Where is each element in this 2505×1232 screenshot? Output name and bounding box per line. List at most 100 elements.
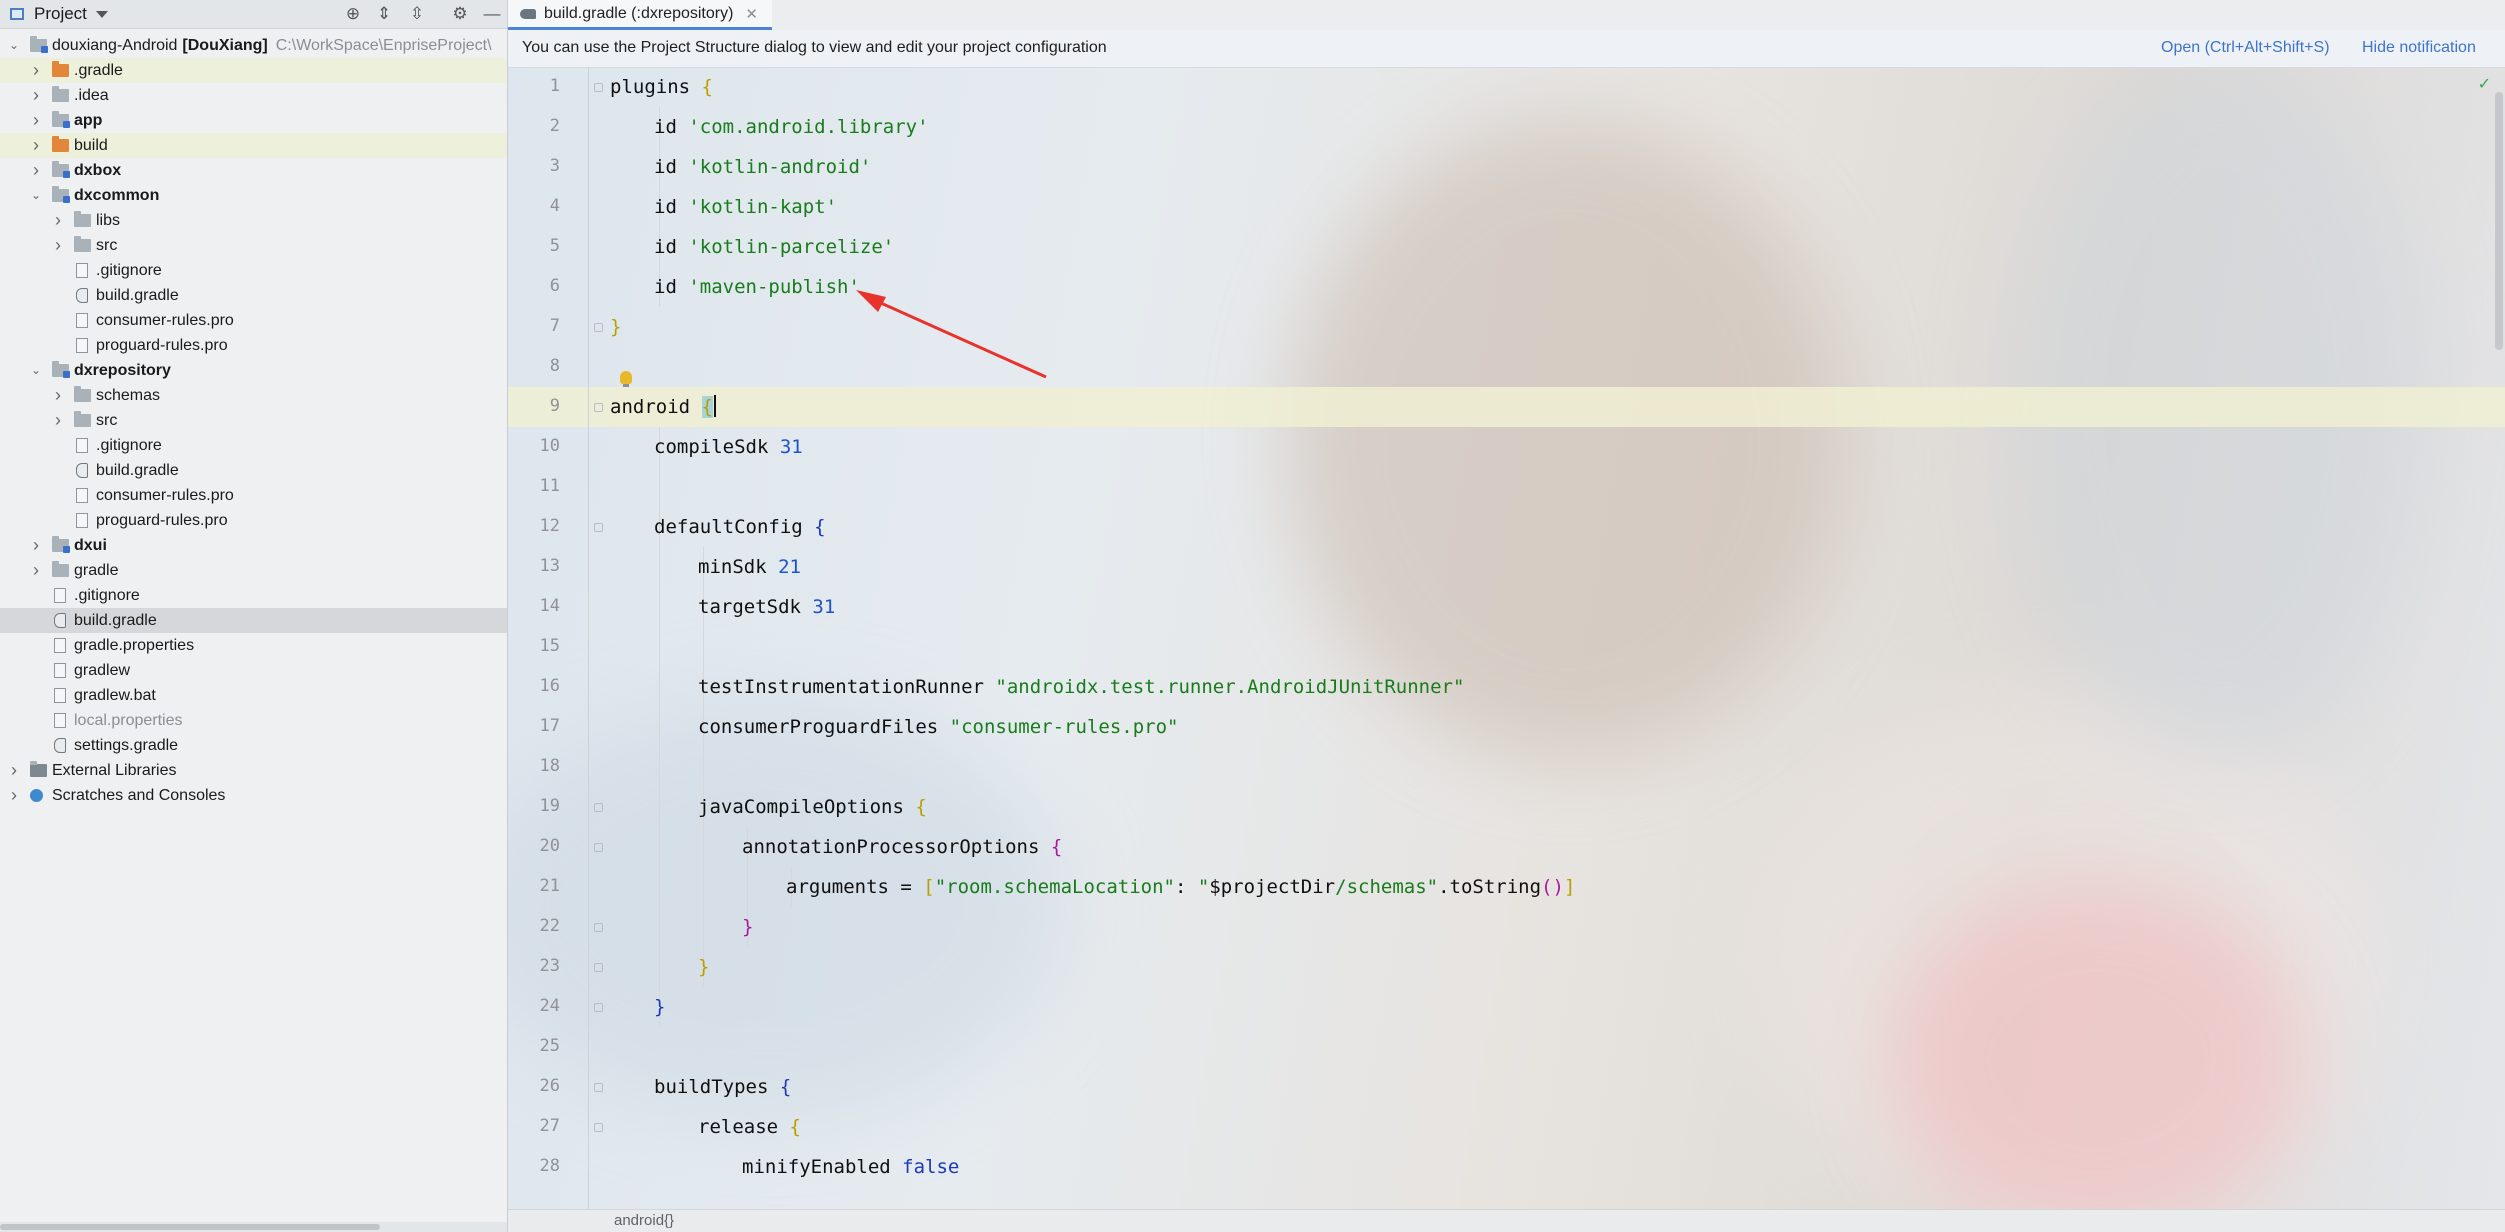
breadcrumb[interactable]: android{}	[614, 1212, 674, 1229]
project-tree: ⌄ douxiang-Android [DouXiang] C:\WorkSpace\…	[0, 33, 507, 808]
tree-item[interactable]: › Scratches and Consoles	[0, 783, 507, 808]
tree-item[interactable]: ⌄ douxiang-Android [DouXiang] C:\WorkSpace\…	[0, 33, 507, 58]
tree-item[interactable]: › External Libraries	[0, 758, 507, 783]
tree-item-text: build.gradle	[96, 462, 179, 479]
tree-item-text: douxiang-Android	[52, 37, 178, 54]
tree-item-label: Scratches and Consoles	[52, 783, 225, 808]
horizontal-scrollbar[interactable]	[0, 1222, 507, 1232]
chevron-right-icon[interactable]: ›	[52, 408, 64, 433]
chevron-down-icon[interactable]	[96, 11, 108, 18]
chevron-right-icon[interactable]: ›	[30, 558, 42, 583]
tree-item[interactable]: › app	[0, 108, 507, 133]
tree-item-text: gradlew.bat	[74, 687, 156, 704]
module-folder-icon	[52, 361, 70, 378]
project-icon	[10, 8, 24, 20]
chevron-down-icon[interactable]: ⌄	[8, 33, 20, 58]
chevron-down-icon[interactable]: ⌄	[30, 183, 42, 208]
tree-item[interactable]: › schemas	[0, 383, 507, 408]
chevron-down-icon[interactable]: ⌄	[30, 358, 42, 383]
tree-item[interactable]: proguard-rules.pro	[0, 333, 507, 358]
tree-item[interactable]: › libs	[0, 208, 507, 233]
tree-item-label: dxrepository	[74, 358, 171, 383]
tree-item[interactable]: local.properties	[0, 708, 507, 733]
module-folder-icon	[52, 536, 70, 553]
scratches-icon	[30, 789, 43, 802]
chevron-right-icon[interactable]: ›	[30, 133, 42, 158]
chevron-right-icon[interactable]: ›	[30, 83, 42, 108]
tree-item[interactable]: ⌄ dxrepository	[0, 358, 507, 383]
tree-item[interactable]: gradle.properties	[0, 633, 507, 658]
tree-item-label: .gitignore	[74, 583, 140, 608]
tree-item-label: src	[96, 233, 117, 258]
tree-item[interactable]: consumer-rules.pro	[0, 483, 507, 508]
tree-item-text: .idea	[74, 87, 109, 104]
chevron-right-icon[interactable]: ›	[30, 533, 42, 558]
tree-item[interactable]: › dxbox	[0, 158, 507, 183]
module-folder-icon	[52, 111, 70, 128]
tree-item[interactable]: gradlew	[0, 658, 507, 683]
chevron-right-icon[interactable]: ›	[52, 208, 64, 233]
annotation-arrow-shaft	[862, 293, 1047, 379]
tree-item[interactable]: build.gradle	[0, 608, 507, 633]
chevron-right-icon[interactable]: ›	[30, 108, 42, 133]
tree-item[interactable]: › gradle	[0, 558, 507, 583]
chevron-right-icon[interactable]: ›	[52, 383, 64, 408]
tree-item-text: proguard-rules.pro	[96, 337, 228, 354]
tree-item[interactable]: › build	[0, 133, 507, 158]
gradle-file-icon	[54, 738, 66, 753]
tree-item-text: .gradle	[74, 62, 123, 79]
chevron-right-icon[interactable]: ›	[8, 758, 20, 783]
module-folder-icon	[30, 36, 48, 53]
module-folder-icon	[52, 186, 70, 203]
tree-item-label: dxcommon	[74, 183, 159, 208]
tree-item[interactable]: › src	[0, 408, 507, 433]
editor-area: build.gradle (:dxrepository) ✕ You can u…	[508, 0, 2505, 1232]
tree-item[interactable]: gradlew.bat	[0, 683, 507, 708]
tree-item[interactable]: .gitignore	[0, 583, 507, 608]
tree-item[interactable]: ⌄ dxcommon	[0, 183, 507, 208]
tree-item[interactable]: › .idea	[0, 83, 507, 108]
tree-item-text: consumer-rules.pro	[96, 487, 234, 504]
chevron-right-icon[interactable]: ›	[52, 233, 64, 258]
tree-item-label: build.gradle	[74, 608, 157, 633]
tree-item[interactable]: settings.gradle	[0, 733, 507, 758]
tree-item[interactable]: consumer-rules.pro	[0, 308, 507, 333]
chevron-right-icon[interactable]: ›	[30, 58, 42, 83]
tree-item-label: External Libraries	[52, 758, 177, 783]
minimize-icon[interactable]: —	[482, 4, 502, 24]
tree-item-label: src	[96, 408, 117, 433]
chevron-right-icon[interactable]: ›	[8, 783, 20, 808]
file-icon	[54, 663, 66, 678]
tree-item-text: gradle	[74, 562, 119, 579]
gradle-file-icon	[76, 463, 88, 478]
collapse-all-icon[interactable]: ⇳	[407, 4, 427, 24]
tree-item[interactable]: build.gradle	[0, 458, 507, 483]
expand-all-icon[interactable]: ⇕	[374, 4, 394, 24]
locate-icon[interactable]: ⊕	[343, 4, 363, 24]
tree-item-text: build	[74, 137, 108, 154]
tree-item-text: Scratches and Consoles	[52, 787, 226, 804]
tree-item[interactable]: proguard-rules.pro	[0, 508, 507, 533]
tree-item-label: consumer-rules.pro	[96, 483, 234, 508]
tree-item[interactable]: build.gradle	[0, 283, 507, 308]
chevron-right-icon[interactable]: ›	[30, 158, 42, 183]
gear-icon[interactable]: ⚙	[450, 4, 470, 24]
tree-item[interactable]: .gitignore	[0, 258, 507, 283]
file-icon	[54, 713, 66, 728]
tree-item[interactable]: › src	[0, 233, 507, 258]
tree-item-text: External Libraries	[52, 762, 177, 779]
tree-item[interactable]: › dxui	[0, 533, 507, 558]
file-icon	[54, 588, 66, 603]
tree-item-label: douxiang-Android [DouXiang] C:\WorkSpace\E…	[52, 33, 492, 58]
tree-item-text: app	[74, 112, 103, 129]
tree-item-text: gradlew	[74, 662, 131, 679]
project-view-selector[interactable]: Project	[34, 4, 87, 24]
folder-icon	[52, 61, 69, 77]
tree-item[interactable]: .gitignore	[0, 433, 507, 458]
vertical-scrollbar[interactable]	[2495, 92, 2503, 350]
project-panel-header: Project ⊕ ⇕ ⇳ ⚙ —	[0, 0, 507, 29]
folder-icon	[74, 386, 91, 402]
tree-item-label: proguard-rules.pro	[96, 333, 228, 358]
tree-item[interactable]: › .gradle	[0, 58, 507, 83]
tree-item-text: consumer-rules.pro	[96, 312, 234, 329]
